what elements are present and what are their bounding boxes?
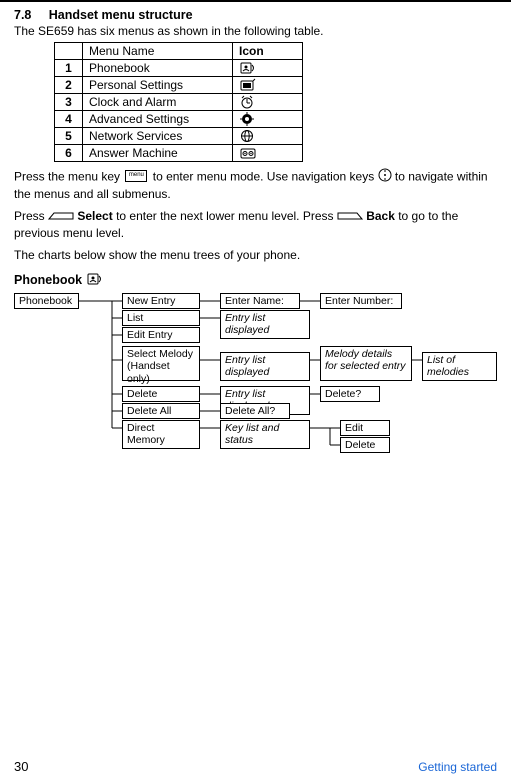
- table-row: 4 Advanced Settings: [55, 111, 303, 128]
- menu-key-icon: menu: [125, 170, 147, 182]
- row-num: 5: [55, 128, 83, 145]
- row-num: 3: [55, 94, 83, 111]
- table-row: 6 Answer Machine: [55, 145, 303, 162]
- text: to enter menu mode. Use navigation keys: [153, 169, 378, 183]
- table-row: 1 Phonebook: [55, 60, 303, 77]
- advanced-settings-icon: [233, 111, 303, 128]
- clock-alarm-icon: [233, 94, 303, 111]
- phonebook-tree: Phonebook New Entry List Edit Entry Sele…: [14, 293, 497, 473]
- text: to enter the next lower menu level. Pres…: [116, 209, 337, 223]
- intro-text: The SE659 has six menus as shown in the …: [14, 24, 497, 38]
- row-name: Clock and Alarm: [83, 94, 233, 111]
- tree-node: Delete: [340, 437, 390, 454]
- tree-node: Melody details for selected entry: [320, 346, 412, 381]
- row-num: 2: [55, 77, 83, 94]
- tree-root: Phonebook: [14, 293, 79, 310]
- page-number: 30: [14, 759, 28, 774]
- row-num: 1: [55, 60, 83, 77]
- table-row: 5 Network Services: [55, 128, 303, 145]
- text: Press: [14, 209, 48, 223]
- network-services-icon: [233, 128, 303, 145]
- section-heading: 7.8 Handset menu structure: [14, 8, 497, 22]
- tree-node: List of melodies: [422, 352, 497, 381]
- tree-node: Edit Entry: [122, 327, 200, 344]
- row-name: Network Services: [83, 128, 233, 145]
- phonebook-title: Phonebook: [14, 273, 82, 287]
- row-name: Personal Settings: [83, 77, 233, 94]
- row-name: Advanced Settings: [83, 111, 233, 128]
- phonebook-icon: [86, 272, 106, 289]
- row-name: Answer Machine: [83, 145, 233, 162]
- tree-node: Enter Number:: [320, 293, 402, 310]
- tree-node: Direct Memory: [122, 420, 200, 449]
- th-icon: Icon: [233, 43, 303, 60]
- tree-node: Entry list displayed: [220, 352, 310, 381]
- para-charts: The charts below show the menu trees of …: [14, 247, 497, 263]
- personal-settings-icon: [233, 77, 303, 94]
- tree-node: Enter Name:: [220, 293, 300, 310]
- tree-node: Entry list displayed: [220, 310, 310, 339]
- tree-node: Delete?: [320, 386, 380, 403]
- footer-section: Getting started: [418, 760, 497, 774]
- tree-node: New Entry: [122, 293, 200, 310]
- tree-node: Key list and status: [220, 420, 310, 449]
- table-row: 3 Clock and Alarm: [55, 94, 303, 111]
- section-title: Handset menu structure: [49, 8, 193, 22]
- right-softkey-icon: [337, 209, 363, 225]
- menu-table: Menu Name Icon 1 Phonebook 2 Personal Se…: [54, 42, 303, 162]
- section-number: 7.8: [14, 8, 31, 22]
- table-row: 2 Personal Settings: [55, 77, 303, 94]
- text: Press the menu key: [14, 169, 123, 183]
- para-select-back: Press Select to enter the next lower men…: [14, 208, 497, 241]
- tree-node: List: [122, 310, 200, 327]
- row-num: 4: [55, 111, 83, 128]
- select-label: Select: [77, 209, 112, 223]
- tree-node: Delete: [122, 386, 200, 403]
- tree-node: Select Melody (Handset only): [122, 346, 200, 381]
- tree-node: Edit: [340, 420, 390, 437]
- phonebook-heading: Phonebook: [14, 272, 497, 289]
- answer-machine-icon: [233, 145, 303, 162]
- para-menu-key: Press the menu key menu to enter menu mo…: [14, 168, 497, 202]
- tree-node: Delete All: [122, 403, 200, 420]
- phonebook-icon: [233, 60, 303, 77]
- row-name: Phonebook: [83, 60, 233, 77]
- nav-key-icon: [378, 168, 392, 186]
- tree-node: Delete All?: [220, 403, 290, 420]
- page-footer: 30 Getting started: [14, 759, 497, 774]
- th-blank: [55, 43, 83, 60]
- row-num: 6: [55, 145, 83, 162]
- back-label: Back: [366, 209, 395, 223]
- th-menu-name: Menu Name: [83, 43, 233, 60]
- left-softkey-icon: [48, 209, 74, 225]
